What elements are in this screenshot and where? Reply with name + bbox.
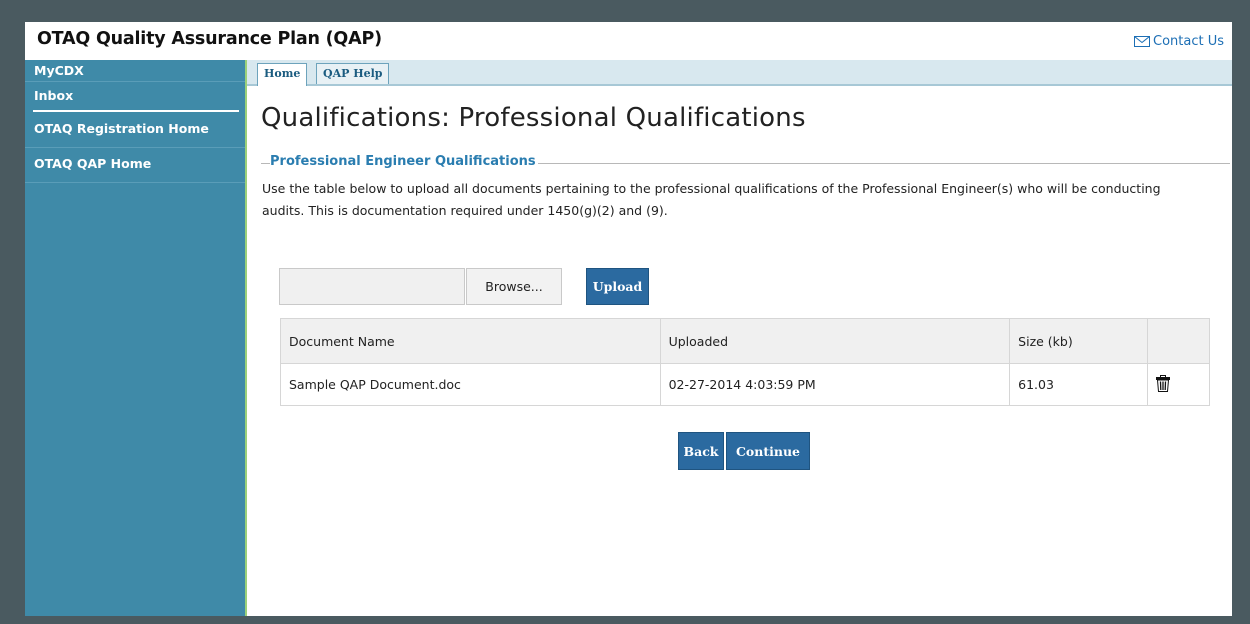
actions-cell (1147, 363, 1210, 406)
sidebar-item-label: OTAQ QAP Home (34, 156, 152, 171)
column-header-uploaded: Uploaded (659, 318, 1011, 364)
table-header-row: Document Name Uploaded Size (kb) (280, 318, 1210, 364)
tab-qap-help[interactable]: QAP Help (316, 63, 390, 84)
uploaded-date-cell: 02-27-2014 4:03:59 PM (659, 363, 1011, 406)
app-window: OTAQ Quality Assurance Plan (QAP) Contac… (25, 22, 1232, 616)
upload-button[interactable]: Upload (586, 268, 649, 305)
continue-button[interactable]: Continue (726, 432, 810, 470)
main-content: Qualifications: Professional Qualificati… (247, 84, 1232, 616)
section-label: Professional Engineer Qualifications (270, 154, 538, 169)
sidebar-item-label: Inbox (34, 88, 74, 103)
table-row: Sample QAP Document.doc 02-27-2014 4:03:… (280, 363, 1210, 406)
column-header-document-name: Document Name (280, 318, 661, 364)
column-header-size: Size (kb) (1009, 318, 1149, 364)
file-path-field[interactable] (279, 268, 465, 305)
tab-home[interactable]: Home (257, 63, 308, 86)
sidebar-item-otaq-qap-home[interactable]: OTAQ QAP Home (25, 148, 247, 183)
sidebar: MyCDX Inbox OTAQ Registration Home OTAQ … (25, 60, 247, 616)
page-title: Qualifications: Professional Qualificati… (261, 103, 806, 133)
section-header: Professional Engineer Qualifications (261, 154, 1230, 170)
trash-icon[interactable] (1156, 374, 1171, 395)
sidebar-item-otaq-registration-home[interactable]: OTAQ Registration Home (25, 115, 247, 148)
sidebar-item-inbox[interactable]: Inbox (25, 82, 247, 115)
sidebar-item-label: MyCDX (34, 63, 84, 78)
envelope-icon (1134, 36, 1150, 47)
sidebar-item-mycdx[interactable]: MyCDX (25, 60, 247, 82)
section-description: Use the table below to upload all docume… (262, 181, 1161, 218)
contact-us-label: Contact Us (1153, 34, 1224, 49)
app-title: OTAQ Quality Assurance Plan (QAP) (37, 29, 382, 49)
size-cell: 61.03 (1009, 363, 1149, 406)
browse-button[interactable]: Browse... (466, 268, 562, 305)
column-header-actions (1147, 318, 1210, 364)
sidebar-item-label: OTAQ Registration Home (34, 121, 209, 136)
tab-bar: Home QAP Help (247, 60, 1232, 86)
title-bar: OTAQ Quality Assurance Plan (QAP) Contac… (25, 22, 1232, 60)
documents-table: Document Name Uploaded Size (kb) Sample … (280, 318, 1210, 406)
document-name-cell: Sample QAP Document.doc (280, 363, 661, 406)
back-button[interactable]: Back (678, 432, 724, 470)
contact-us-link[interactable]: Contact Us (1134, 34, 1224, 49)
